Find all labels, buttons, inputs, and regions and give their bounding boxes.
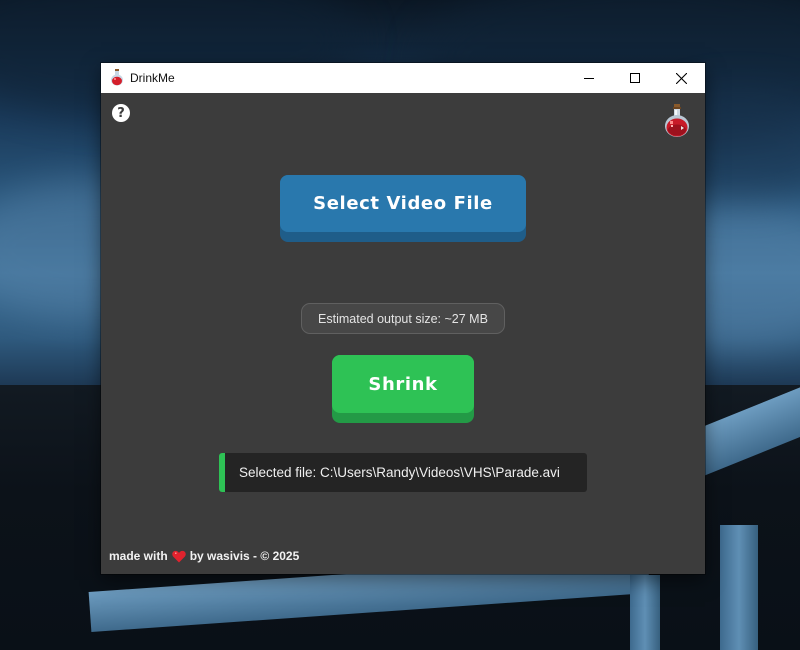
minimize-button[interactable] [566,63,612,93]
close-icon [675,72,687,84]
fence-post [630,575,660,650]
fence-post [720,525,758,650]
footer-credit: made with by wasivis - © 2025 [109,548,299,564]
footer-prefix: made with [109,549,168,563]
potion-bottle-icon [665,104,689,137]
help-icon[interactable]: ? [112,104,130,122]
selected-file-accent [219,453,225,492]
main-panel: ? Select Video File Estimated output siz… [101,93,705,574]
select-video-label: Select Video File [280,175,526,232]
maximize-button[interactable] [612,63,658,93]
minimize-icon [584,78,594,79]
close-button[interactable] [658,63,704,93]
app-icon [111,69,123,86]
estimated-size-badge: Estimated output size: ~27 MB [301,303,505,334]
title-bar[interactable]: DrinkMe [101,63,705,93]
window-title: DrinkMe [130,71,175,85]
shrink-label: Shrink [332,355,474,413]
shrink-button[interactable]: Shrink [332,355,474,423]
select-video-button[interactable]: Select Video File [280,175,526,242]
heart-icon [171,550,186,562]
app-window: DrinkMe ? Select Video File Estimated ou… [101,63,705,574]
selected-file-display: Selected file: C:\Users\Randy\Videos\VHS… [219,453,587,492]
footer-suffix: by wasivis - © 2025 [189,549,300,563]
selected-file-path: Selected file: C:\Users\Randy\Videos\VHS… [239,465,560,480]
maximize-icon [630,73,640,83]
